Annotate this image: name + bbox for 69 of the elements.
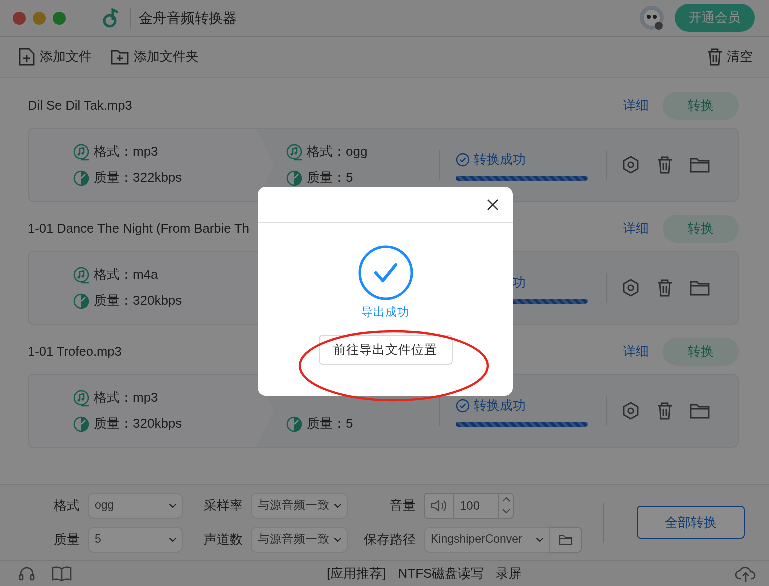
status-text: 转换成功 [474, 396, 526, 415]
format-select[interactable]: ogg [88, 492, 183, 518]
convert-all-button[interactable]: 全部转换 [637, 506, 745, 539]
cloud-upload-icon[interactable] [735, 564, 757, 582]
settings-icon[interactable] [621, 401, 641, 421]
details-link[interactable]: 详细 [623, 219, 649, 239]
setting-label: 格式 [53, 496, 80, 515]
settings-icon[interactable] [621, 155, 641, 175]
quality-label: 质量：5 [307, 415, 354, 434]
trash-icon [707, 48, 723, 66]
setting-label: 采样率 [203, 496, 243, 515]
file-name: Dil Se Dil Tak.mp3 [28, 97, 132, 116]
convert-button[interactable]: 转换 [663, 92, 739, 120]
stepper-icon[interactable] [498, 492, 514, 518]
format-label: 格式：ogg [307, 143, 368, 162]
quality-label: 质量：320kbps [94, 415, 182, 434]
quality-dial-icon [73, 292, 90, 310]
settings-icon[interactable] [621, 278, 641, 298]
app-title: 金舟音频转换器 [130, 8, 237, 28]
file-name: 1-01 Dance The Night (From Barbie Th [28, 220, 250, 238]
folder-plus-icon [110, 48, 130, 66]
avatar-icon[interactable] [639, 5, 665, 31]
footer-link[interactable]: [应用推荐] [327, 564, 386, 584]
folder-icon[interactable] [550, 526, 582, 552]
export-success-message: 导出成功 [362, 305, 410, 320]
format-label: 格式：m4a [94, 266, 158, 284]
footer-link[interactable]: 录屏 [496, 564, 522, 584]
delete-icon[interactable] [655, 278, 675, 298]
file-plus-icon [18, 47, 36, 67]
clear-button[interactable]: 清空 [707, 47, 753, 67]
status-text: 转换成功 [474, 150, 526, 169]
status-text: 功 [513, 274, 526, 292]
quality-select[interactable]: 5 [88, 526, 183, 552]
save-path-select[interactable]: KingshiperConver [424, 526, 550, 552]
setting-label: 保存路径 [363, 530, 416, 549]
details-link[interactable]: 详细 [623, 342, 649, 362]
quality-label: 质量：320kbps [94, 292, 182, 310]
add-folder-button[interactable]: 添加文件夹 [110, 47, 199, 67]
music-note-icon [73, 390, 90, 406]
success-check-icon [358, 245, 414, 301]
quality-dial-icon [286, 416, 303, 432]
delete-icon[interactable] [655, 155, 675, 175]
setting-label: 音量 [389, 496, 416, 515]
details-link[interactable]: 详细 [623, 96, 649, 116]
quality-dial-icon [73, 416, 90, 432]
music-note-icon [73, 144, 90, 160]
convert-button[interactable]: 转换 [663, 338, 739, 366]
format-label: 格式：mp3 [94, 143, 158, 162]
convert-button[interactable]: 转换 [663, 215, 739, 243]
quality-dial-icon [73, 170, 90, 186]
close-icon[interactable] [487, 198, 499, 210]
delete-icon[interactable] [655, 401, 675, 421]
setting-label: 声道数 [203, 530, 243, 549]
add-file-button[interactable]: 添加文件 [18, 47, 92, 67]
file-name: 1-01 Trofeo.mp3 [28, 343, 122, 362]
music-note-icon [73, 266, 90, 284]
music-note-logo-icon [102, 8, 120, 28]
quality-label: 质量：322kbps [94, 169, 182, 188]
speaker-icon [424, 492, 454, 518]
quality-label: 质量：5 [307, 169, 354, 188]
book-icon[interactable] [52, 566, 72, 582]
open-export-location-button[interactable]: 前往导出文件位置 [318, 335, 452, 366]
format-label: 格式：mp3 [94, 389, 158, 408]
music-note-icon [286, 144, 303, 160]
headset-icon[interactable] [18, 564, 36, 582]
setting-label: 质量 [53, 530, 80, 549]
footer-link[interactable]: NTFS磁盘读写 [398, 564, 484, 584]
volume-input[interactable]: 100 [454, 492, 498, 518]
close-window-icon[interactable] [13, 12, 26, 24]
